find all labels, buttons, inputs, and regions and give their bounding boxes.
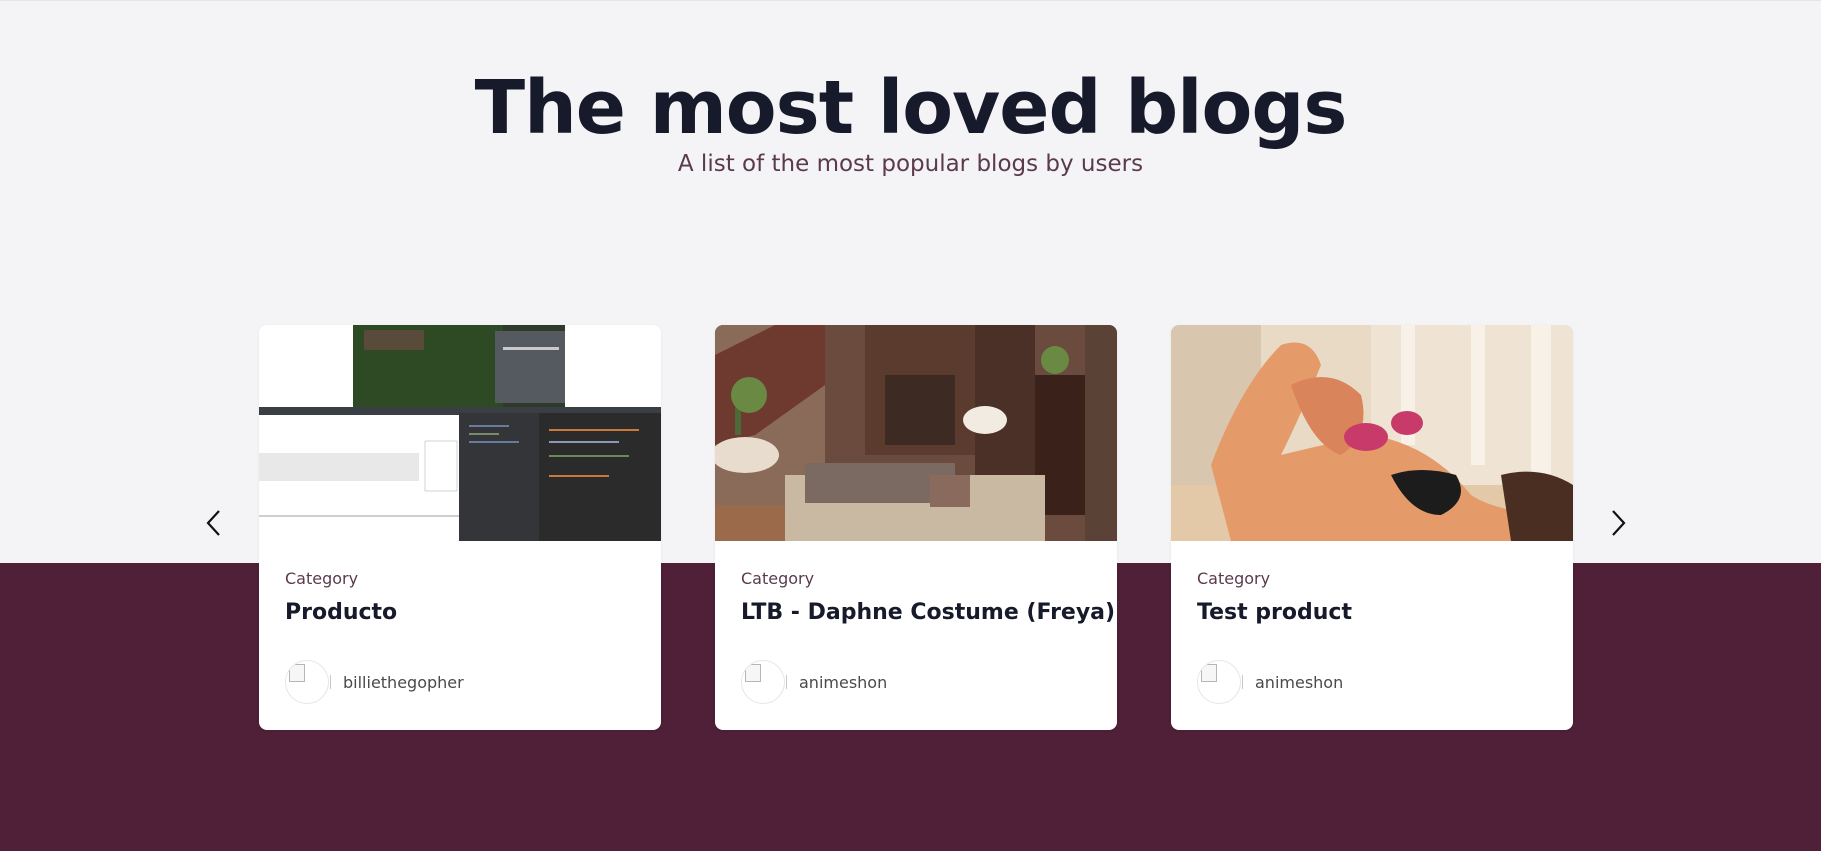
avatar[interactable]	[741, 660, 785, 704]
divider	[786, 675, 787, 689]
chevron-right-icon	[1612, 510, 1626, 536]
blog-card-author[interactable]: animeshon	[741, 659, 887, 705]
author-name[interactable]: billiethegopher	[343, 673, 464, 692]
chevron-left-icon	[206, 510, 220, 536]
broken-image-icon	[289, 664, 305, 682]
divider	[330, 675, 331, 689]
blog-card-image[interactable]	[1171, 325, 1573, 541]
blog-card-category: Category	[741, 569, 815, 588]
blog-card-category: Category	[1197, 569, 1271, 588]
blog-card[interactable]: Category LTB - Daphne Costume (Freya) an…	[715, 325, 1117, 730]
blog-card-title[interactable]: Producto	[285, 600, 397, 625]
page: The most loved blogs A list of the most …	[0, 0, 1821, 851]
blog-card-title[interactable]: LTB - Daphne Costume (Freya)	[741, 600, 1115, 625]
broken-image-icon	[745, 664, 761, 682]
carousel-prev-button[interactable]	[194, 503, 234, 543]
broken-image-icon	[1201, 664, 1217, 682]
blog-card-author[interactable]: animeshon	[1197, 659, 1343, 705]
avatar[interactable]	[285, 660, 329, 704]
blog-card-category: Category	[285, 569, 359, 588]
author-name[interactable]: animeshon	[799, 673, 887, 692]
blog-card-image[interactable]	[259, 325, 661, 541]
blog-card-title[interactable]: Test product	[1197, 600, 1352, 625]
avatar[interactable]	[1197, 660, 1241, 704]
blog-card-author[interactable]: billiethegopher	[285, 659, 464, 705]
blog-card[interactable]: Category Producto billiethegopher	[259, 325, 661, 730]
divider	[1242, 675, 1243, 689]
blog-card[interactable]: Category Test product animeshon	[1171, 325, 1573, 730]
author-name[interactable]: animeshon	[1255, 673, 1343, 692]
carousel-next-button[interactable]	[1598, 503, 1638, 543]
section-title: The most loved blogs	[474, 65, 1348, 151]
blog-card-image[interactable]	[715, 325, 1117, 541]
section-subtitle: A list of the most popular blogs by user…	[677, 151, 1144, 177]
